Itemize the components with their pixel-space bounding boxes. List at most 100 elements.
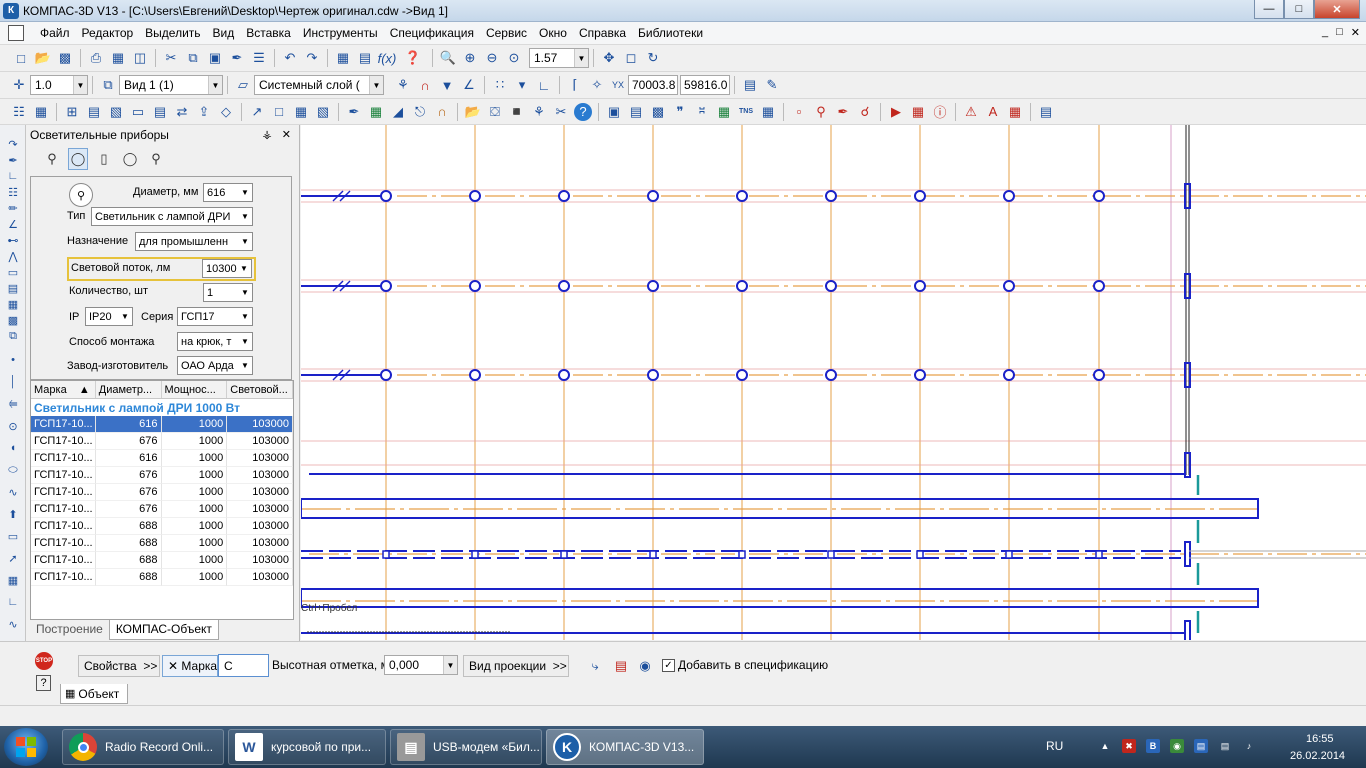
start-button[interactable] (4, 728, 48, 766)
view-manager-icon[interactable]: ⧉ (99, 76, 117, 94)
ortho-mode-icon[interactable]: ⌈ (566, 76, 584, 94)
camera-icon[interactable]: ◉ (636, 657, 654, 675)
parametrize-icon[interactable]: ∠ (5, 217, 21, 231)
zoom-out-icon[interactable]: ⊖ (483, 49, 501, 67)
menu-view[interactable]: Вид (207, 26, 241, 40)
fill-icon[interactable]: ◢ (389, 103, 407, 121)
volume-icon[interactable]: ♪ (1242, 739, 1256, 753)
series-select[interactable]: ГСП17 ▼ (177, 307, 253, 326)
tab-kompas-object[interactable]: КОМПАС-Объект (108, 620, 219, 640)
insert-icon[interactable]: ▩ (5, 313, 21, 327)
nvidia-icon[interactable]: ◉ (1170, 739, 1184, 753)
network-icon[interactable]: ⛋ (486, 103, 504, 121)
vk-icon[interactable]: B (1146, 739, 1160, 753)
scissors-tool-icon[interactable]: ✂ (552, 103, 570, 121)
lamp-industrial-icon[interactable]: ◯ (68, 148, 88, 170)
point-icon[interactable]: • (5, 353, 21, 367)
help-icon[interactable]: ? (36, 675, 51, 691)
header-mark[interactable]: Марка ▲ (31, 381, 96, 398)
manager-icon[interactable]: ▦ (334, 49, 352, 67)
kompas-app-icon[interactable]: К (3, 2, 19, 19)
leader-icon[interactable]: ↗ (248, 103, 266, 121)
table-row[interactable]: ГСП17-10... 676 1000 103000 (31, 433, 293, 450)
scale-combo[interactable]: 1.0 ▼ (30, 75, 88, 95)
zoom-window-icon[interactable]: 🔍 (439, 49, 457, 67)
table-row[interactable]: ГСП17-10... 616 1000 103000 (31, 450, 293, 467)
rectangle-icon[interactable]: ▭ (5, 529, 21, 543)
object-properties-icon[interactable]: ▤ (741, 76, 759, 94)
doc-close-button[interactable]: ✕ (1351, 26, 1360, 39)
pin-icon[interactable]: ⚶ (262, 128, 271, 141)
lamp-ceiling-icon[interactable]: ⚲ (812, 103, 830, 121)
axes-icon[interactable]: ▦ (32, 103, 50, 121)
lamp-pendant-icon[interactable]: ✒ (834, 103, 852, 121)
menu-window[interactable]: Окно (533, 26, 573, 40)
open-folder-icon[interactable]: 📂 (34, 49, 52, 67)
help-icon[interactable]: ? (574, 102, 592, 121)
table-row[interactable]: ГСП17-10... 688 1000 103000 (31, 552, 293, 569)
table-row[interactable]: ГСП17-10... 676 1000 103000 (31, 501, 293, 518)
zoom-in-icon[interactable]: ⊕ (461, 49, 479, 67)
ortho-icon[interactable]: ∠ (460, 76, 478, 94)
object-tab[interactable]: ▦ Объект (60, 684, 128, 704)
projection-button[interactable]: Вид проекции >> (463, 655, 569, 677)
meter-icon[interactable]: ▦ (909, 103, 927, 121)
menu-libraries[interactable]: Библиотеки (632, 26, 709, 40)
level-marker-icon[interactable]: ⇪ (195, 103, 213, 121)
contour-icon[interactable]: ➚ (5, 551, 21, 565)
signal-icon[interactable]: ▤ (1218, 739, 1232, 753)
pan-icon[interactable]: ✥ (600, 49, 618, 67)
hatch-icon[interactable]: ▦ (5, 573, 21, 587)
measure-icon[interactable]: ⊷ (5, 233, 21, 247)
clock-time[interactable]: 16:55 (1306, 733, 1334, 745)
menu-tools[interactable]: Инструменты (297, 26, 384, 40)
add-spec-checkbox[interactable]: ✓ (662, 659, 675, 672)
lamp-tube-icon[interactable]: ▯ (94, 148, 114, 170)
ip-select[interactable]: IP20 ▼ (85, 307, 133, 326)
cursor-coords-icon[interactable]: ✧ (588, 76, 606, 94)
associative-view-icon[interactable]: ▭ (5, 265, 21, 279)
geometry-icon[interactable]: ✒ (5, 153, 21, 167)
print-icon[interactable]: ⎙ (87, 49, 105, 67)
lamp-spot-icon[interactable]: ☌ (856, 103, 874, 121)
pipe-icon[interactable]: ⎋ (411, 103, 429, 121)
coordinate-x-field[interactable]: 70003.8 (628, 75, 678, 95)
menu-select[interactable]: Выделить (139, 26, 206, 40)
mount-select[interactable]: на крюк, т ▼ (177, 332, 253, 351)
circle-icon[interactable]: ⊙ (5, 419, 21, 433)
pdf-icon[interactable]: ▤ (612, 657, 630, 675)
diode-icon[interactable]: ▶ (887, 103, 905, 121)
menu-specification[interactable]: Спецификация (384, 26, 480, 40)
curve-icon[interactable]: ∿ (5, 617, 21, 631)
diamond-icon[interactable]: ◇ (217, 103, 235, 121)
layout-icon[interactable]: ◫ (131, 49, 149, 67)
spreadsheet-icon[interactable]: ▦ (367, 103, 385, 121)
table-icon[interactable]: ▦ (292, 103, 310, 121)
doc-minimize-button[interactable]: _ (1322, 26, 1328, 39)
menu-help[interactable]: Справка (573, 26, 632, 40)
properties-button[interactable]: Свойства >> (78, 655, 160, 677)
switch-icon[interactable]: ◾ (508, 103, 526, 121)
taskbar-usb-modem[interactable]: ▤ USB-модем «Бил... (390, 729, 542, 765)
grid-table-icon[interactable]: ▦ (759, 103, 777, 121)
table-group-header[interactable]: Светильник с лампой ДРИ 1000 Вт (31, 399, 293, 416)
network-tray-icon[interactable]: ▤ (1194, 739, 1208, 753)
panel-close-icon[interactable]: ✕ (282, 128, 291, 141)
arrows-icon[interactable]: ⇄ (173, 103, 191, 121)
coordinate-y-field[interactable]: 59816.0 (680, 75, 730, 95)
snap-magnet-icon[interactable]: ∩ (416, 76, 434, 94)
clock-date[interactable]: 26.02.2014 (1290, 750, 1345, 762)
spec-icon[interactable]: ▤ (5, 281, 21, 295)
table-row[interactable]: ГСП17-10... 616 1000 103000 (31, 416, 293, 433)
taskbar-word[interactable]: W курсовой по при... (228, 729, 386, 765)
table-row[interactable]: ГСП17-10... 688 1000 103000 (31, 518, 293, 535)
table-row[interactable]: ГСП17-10... 676 1000 103000 (31, 484, 293, 501)
local-cs-icon[interactable]: ✛ (10, 76, 28, 94)
height-combo[interactable]: 0,000 ▼ (384, 655, 458, 675)
stop-icon[interactable]: STOP (35, 652, 53, 670)
new-document-icon[interactable]: □ (12, 49, 30, 67)
text-a-icon[interactable]: A (984, 103, 1002, 121)
tab-construction[interactable]: Построение (30, 620, 109, 640)
board-icon[interactable]: ▩ (649, 103, 667, 121)
lamp-bulb-icon[interactable]: ⚲ (42, 148, 62, 170)
